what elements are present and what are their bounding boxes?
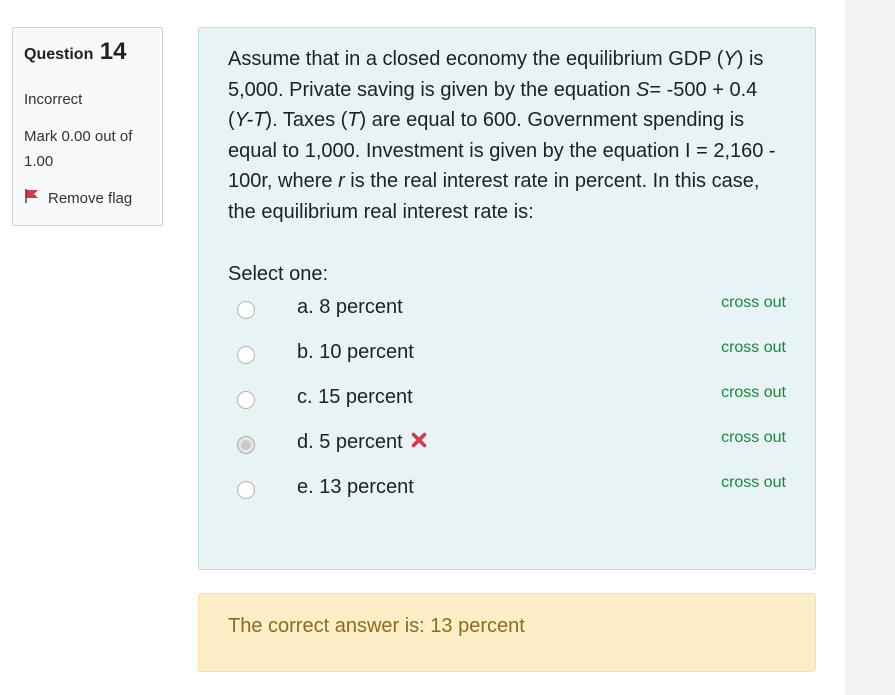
answer-label-text: a. 8 percent (297, 296, 403, 318)
question-text-italic: r (338, 170, 345, 192)
radio-button-checked[interactable] (237, 436, 255, 454)
correct-answer-feedback: The correct answer is: 13 percent (198, 593, 816, 672)
radio-button[interactable] (237, 301, 255, 319)
answer-option-c[interactable]: c. 15 percent cross out (228, 380, 786, 425)
cross-out-link[interactable]: cross out (721, 474, 786, 492)
answer-label: b. 10 percent (297, 341, 414, 364)
question-info: Question 14 Incorrect Mark 0.00 out of 1… (12, 27, 163, 226)
question-text-italic: S (636, 78, 650, 101)
answer-label: a. 8 percent (297, 296, 403, 319)
answer-label-text: d. 5 percent (297, 431, 403, 453)
question-text-part: Assume that in a closed economy the equi… (228, 48, 724, 70)
question-grade: Mark 0.00 out of 1.00 (24, 128, 133, 170)
answer-option-e[interactable]: e. 13 percent cross out (228, 470, 786, 515)
flag-icon (24, 188, 48, 208)
question-text-italic: T (347, 109, 360, 131)
question-text-part: ). Taxes ( (265, 109, 348, 131)
cross-out-link[interactable]: cross out (721, 339, 786, 357)
answer-option-a[interactable]: a. 8 percent cross out (228, 290, 786, 335)
question-text-italic: Y-T (234, 109, 266, 131)
question-text: Assume that in a closed economy the equi… (228, 44, 786, 227)
radio-button[interactable] (237, 346, 255, 364)
answer-option-b[interactable]: b. 10 percent cross out (228, 335, 786, 380)
question-number-value: 14 (99, 38, 127, 65)
answer-label-text: e. 13 percent (297, 476, 414, 498)
radio-button[interactable] (237, 481, 255, 499)
answer-list: a. 8 percent cross out b. 10 percent cro… (228, 290, 786, 515)
radio-button[interactable] (237, 391, 255, 409)
question-content: Assume that in a closed economy the equi… (198, 27, 816, 570)
answer-label: d. 5 percent (297, 431, 427, 454)
x-mark-icon (411, 431, 427, 454)
answer-option-d[interactable]: d. 5 percent cross out (228, 425, 786, 470)
feedback-text: The correct answer is: 13 percent (228, 615, 525, 637)
quiz-page: Question 14 Incorrect Mark 0.00 out of 1… (0, 0, 895, 695)
cross-out-link[interactable]: cross out (721, 384, 786, 402)
cross-out-link[interactable]: cross out (721, 429, 786, 447)
question-state: Incorrect (24, 91, 83, 108)
question-number: Question 14 (24, 40, 151, 67)
remove-flag-button[interactable]: Remove flag (24, 188, 151, 208)
cross-out-link[interactable]: cross out (721, 294, 786, 312)
answer-label: e. 13 percent (297, 476, 414, 499)
answer-label: c. 15 percent (297, 386, 413, 409)
question-text-italic: Y (723, 48, 737, 70)
question-label: Question (24, 46, 94, 63)
right-gutter (845, 0, 895, 695)
answer-label-text: c. 15 percent (297, 386, 413, 408)
answer-label-text: b. 10 percent (297, 341, 414, 363)
select-one-prompt: Select one: (228, 263, 329, 285)
remove-flag-label: Remove flag (48, 189, 133, 207)
